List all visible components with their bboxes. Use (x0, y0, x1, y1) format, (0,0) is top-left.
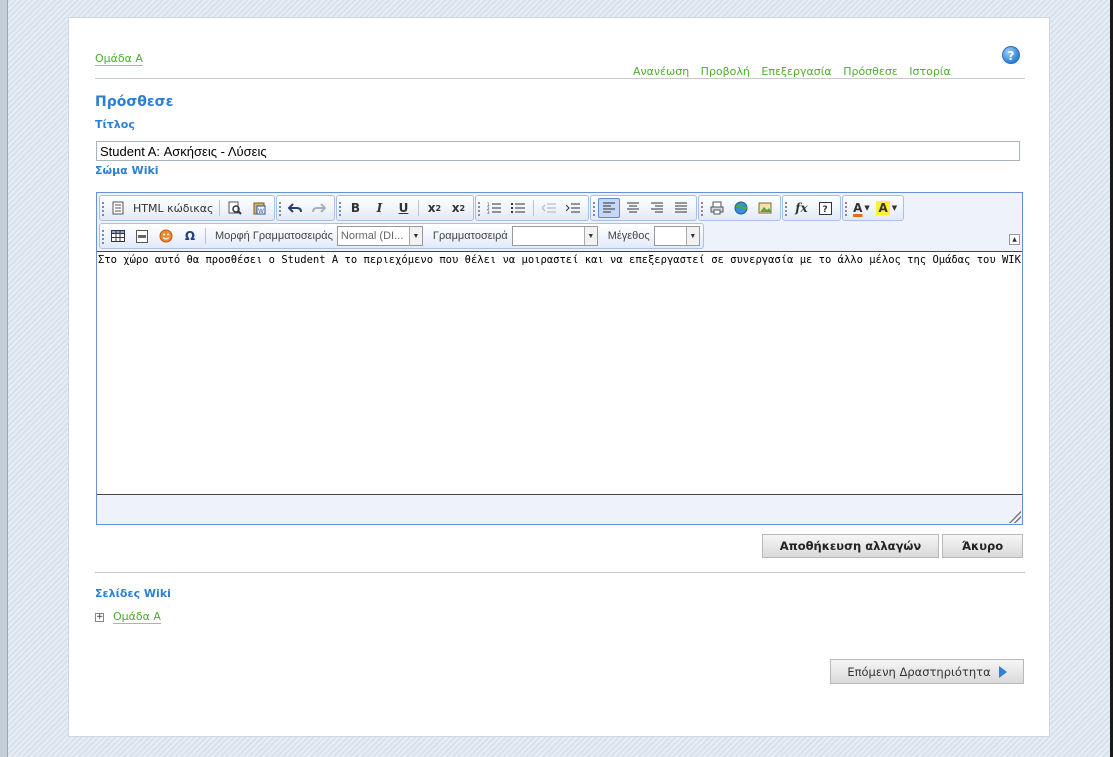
toolbar-group-tools: fx ? (782, 195, 842, 221)
toolbar-group-history (276, 195, 336, 221)
print-icon[interactable] (706, 198, 728, 218)
arrow-right-icon (998, 665, 1007, 678)
help-icon[interactable]: ? (814, 198, 836, 218)
ordered-list-icon[interactable]: 123 (483, 198, 505, 218)
wiki-tree-item: + Ομάδα Α (95, 610, 161, 624)
align-right-icon[interactable] (646, 198, 668, 218)
indent-icon[interactable] (562, 198, 584, 218)
horizontal-rule-icon[interactable] (131, 226, 153, 246)
left-window-edge (0, 0, 8, 757)
page-title: Πρόσθεσε (95, 94, 174, 110)
font-select[interactable]: ▼ (511, 226, 598, 246)
toolbar-group-style: B I U x2 x2 (336, 195, 475, 221)
bold-button[interactable]: B (344, 198, 366, 218)
section-divider (95, 572, 1025, 573)
toolbar-group-source: HTML κώδικας W (99, 195, 276, 221)
body-label: Σώμα Wiki (95, 164, 159, 177)
svg-text:3: 3 (487, 210, 490, 214)
font-label: Γραμματοσειρά (432, 230, 508, 242)
underline-button[interactable]: U (392, 198, 414, 218)
link-icon[interactable] (730, 198, 752, 218)
help-icon[interactable]: ? (1002, 46, 1020, 64)
toolbar-separator (205, 228, 206, 244)
cancel-button[interactable]: Άκυρο (942, 534, 1023, 558)
chevron-down-icon: ▼ (891, 204, 898, 212)
subscript-mark: 2 (435, 203, 442, 213)
text-color-glyph: A (853, 201, 863, 215)
toolbar-group-lists: 123 (475, 195, 590, 221)
toolbar-separator (533, 200, 535, 216)
wiki-pages-label: Σελίδες Wiki (95, 587, 171, 600)
subscript-button[interactable]: x2 (423, 198, 445, 218)
next-activity-label: Επόμενη Δραστηριότητα (847, 664, 991, 679)
remove-format-icon[interactable]: fx (790, 198, 812, 218)
toolbar-group-objects: Ω Μορφή Γραμματοσειράς Normal (DI... ▼ Γ… (99, 223, 704, 249)
format-select[interactable]: Normal (DI... ▼ (336, 226, 423, 246)
format-select-value: Normal (DI... (340, 230, 404, 242)
nav-refresh[interactable]: Ανανέωση (633, 65, 690, 79)
source-icon[interactable] (107, 198, 129, 218)
expand-icon[interactable]: + (95, 612, 104, 622)
smiley-icon[interactable] (155, 226, 177, 246)
nav-add[interactable]: Πρόσθεσε (843, 65, 898, 79)
undo-icon[interactable] (284, 198, 306, 218)
align-left-icon[interactable] (598, 198, 621, 218)
toolbar-group-colors: A ▼ A ▼ (842, 195, 905, 221)
chevron-down-icon: ▼ (686, 227, 699, 245)
italic-button[interactable]: I (368, 198, 390, 218)
save-button[interactable]: Αποθήκευση αλλαγών (762, 534, 939, 558)
nav-history[interactable]: Ιστορία (909, 65, 951, 79)
justify-icon[interactable] (670, 198, 692, 218)
table-icon[interactable] (107, 226, 129, 246)
chevron-down-icon: ▼ (864, 204, 870, 212)
collapse-toolbar-icon[interactable]: ▲ (1009, 234, 1020, 245)
superscript-letter: x (451, 201, 460, 215)
chevron-down-icon: ▼ (409, 227, 422, 245)
align-center-icon[interactable] (622, 198, 644, 218)
preview-icon[interactable] (224, 198, 246, 218)
toolbar-group-insert (698, 195, 782, 221)
subscript-letter: x (427, 201, 436, 215)
next-activity-button[interactable]: Επόμενη Δραστηριότητα (830, 659, 1024, 684)
toolbar-row-2: Ω Μορφή Γραμματοσειράς Normal (DI... ▼ Γ… (99, 223, 705, 249)
wiki-page-link[interactable]: Ομάδα Α (113, 610, 161, 624)
title-label: Τίτλος (95, 118, 135, 131)
editor-content[interactable]: Στο χώρο αυτό θα προσθέσει ο Student A τ… (97, 251, 1022, 495)
header-divider (95, 78, 1025, 79)
unordered-list-icon[interactable] (507, 198, 529, 218)
redo-icon[interactable] (308, 198, 330, 218)
nav-view[interactable]: Προβολή (700, 65, 750, 79)
toolbar-separator (418, 200, 420, 216)
format-label: Μορφή Γραμματοσειράς (215, 230, 333, 242)
toolbar-separator (219, 200, 221, 216)
superscript-button[interactable]: x2 (447, 198, 469, 218)
image-icon[interactable] (754, 198, 776, 218)
size-label: Μέγεθος (607, 230, 650, 242)
title-input[interactable] (96, 141, 1020, 161)
outdent-icon[interactable] (538, 198, 560, 218)
wiki-nav: Ανανέωση Προβολή Επεξεργασία Πρόσθεσε Ισ… (633, 65, 959, 79)
html-code-button[interactable]: HTML κώδικας (130, 202, 216, 215)
group-link[interactable]: Ομάδα Α (95, 52, 143, 66)
superscript-mark: 2 (459, 203, 466, 213)
svg-text:?: ? (822, 205, 827, 215)
paste-word-icon[interactable]: W (248, 198, 270, 218)
wiki-panel: Ομάδα Α ? Ανανέωση Προβολή Επεξεργασία Π… (68, 17, 1050, 737)
special-char-icon[interactable]: Ω (179, 226, 201, 246)
chevron-down-icon: ▼ (583, 227, 597, 245)
nav-edit[interactable]: Επεξεργασία (761, 65, 832, 79)
resize-grip-icon[interactable] (1009, 511, 1021, 523)
svg-text:W: W (258, 208, 264, 215)
toolbar-row-1: HTML κώδικας W B I U x 2 x 2 1 2 3 fx ? … (99, 195, 905, 221)
bg-color-button[interactable]: A ▼ (874, 198, 899, 218)
size-select[interactable]: ▼ (653, 226, 700, 246)
toolbar-group-align (590, 195, 698, 221)
bg-color-glyph: A (876, 201, 890, 215)
rich-text-editor: HTML κώδικας W B I U x 2 x 2 1 2 3 fx ? … (96, 192, 1023, 525)
text-color-button[interactable]: A ▼ (850, 198, 872, 218)
